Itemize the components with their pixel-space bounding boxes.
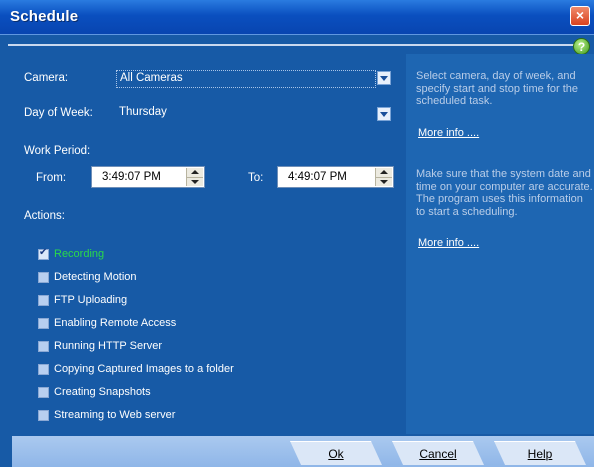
- more-info-link-1[interactable]: More info ....: [418, 127, 479, 139]
- cancel-button[interactable]: Cancel: [392, 441, 484, 465]
- schedule-window: Schedule × ? Camera: All Cameras Day of …: [0, 0, 594, 467]
- more-info-link-2[interactable]: More info ....: [418, 237, 479, 249]
- header-rule: [8, 44, 574, 46]
- http-server-checkbox[interactable]: [38, 341, 49, 352]
- copy-images-checkbox[interactable]: [38, 364, 49, 375]
- to-spin-down-icon[interactable]: [376, 177, 392, 187]
- to-spin-up-icon[interactable]: [376, 168, 392, 177]
- snapshots-checkbox[interactable]: [38, 387, 49, 398]
- copy-images-label[interactable]: Copying Captured Images to a folder: [54, 363, 234, 375]
- streaming-label[interactable]: Streaming to Web server: [54, 409, 175, 421]
- ok-label: Ok: [328, 447, 344, 461]
- info-text-2: Make sure that the system date and time …: [416, 168, 593, 218]
- camera-select[interactable]: All Cameras: [116, 70, 376, 88]
- help-label: Help: [527, 447, 553, 461]
- from-time-value: 3:49:07 PM: [102, 171, 161, 183]
- window-title: Schedule: [10, 8, 79, 25]
- remote-access-checkbox[interactable]: [38, 318, 49, 329]
- detecting-motion-checkbox[interactable]: [38, 272, 49, 283]
- to-time-spinner[interactable]: 4:49:07 PM: [277, 166, 394, 188]
- to-label: To:: [248, 172, 264, 184]
- camera-label: Camera:: [24, 72, 69, 84]
- detecting-motion-label[interactable]: Detecting Motion: [54, 271, 137, 283]
- camera-value: All Cameras: [120, 72, 183, 84]
- ftp-uploading-checkbox[interactable]: [38, 295, 49, 306]
- from-spin-up-icon[interactable]: [187, 168, 203, 177]
- day-of-week-dropdown-icon[interactable]: [377, 107, 391, 121]
- from-label: From:: [36, 172, 67, 184]
- recording-checkbox[interactable]: [38, 247, 49, 260]
- day-of-week-value: Thursday: [119, 106, 167, 118]
- work-period-label: Work Period:: [24, 145, 91, 157]
- title-bar[interactable]: Schedule ×: [0, 0, 594, 35]
- close-button[interactable]: ×: [570, 6, 590, 26]
- from-spin-buttons: [186, 168, 203, 186]
- to-time-value: 4:49:07 PM: [288, 171, 347, 183]
- help-button[interactable]: Help: [494, 441, 586, 465]
- camera-dropdown-icon[interactable]: [377, 71, 391, 85]
- http-server-label[interactable]: Running HTTP Server: [54, 340, 162, 352]
- day-of-week-select[interactable]: Thursday: [119, 105, 373, 121]
- recording-label[interactable]: Recording: [54, 248, 104, 260]
- to-spin-buttons: [375, 168, 392, 186]
- from-time-spinner[interactable]: 3:49:07 PM: [91, 166, 205, 188]
- remote-access-label[interactable]: Enabling Remote Access: [54, 317, 176, 329]
- from-spin-down-icon[interactable]: [187, 177, 203, 187]
- day-of-week-label: Day of Week:: [24, 107, 93, 119]
- actions-label: Actions:: [24, 210, 65, 222]
- ftp-uploading-label[interactable]: FTP Uploading: [54, 294, 127, 306]
- ok-button[interactable]: Ok: [290, 441, 382, 465]
- info-text-1: Select camera, day of week, and specify …: [416, 70, 579, 107]
- button-bar-edge: [0, 436, 12, 467]
- snapshots-label[interactable]: Creating Snapshots: [54, 386, 151, 398]
- streaming-checkbox[interactable]: [38, 410, 49, 421]
- cancel-label: Cancel: [419, 447, 457, 461]
- help-icon[interactable]: ?: [573, 38, 590, 55]
